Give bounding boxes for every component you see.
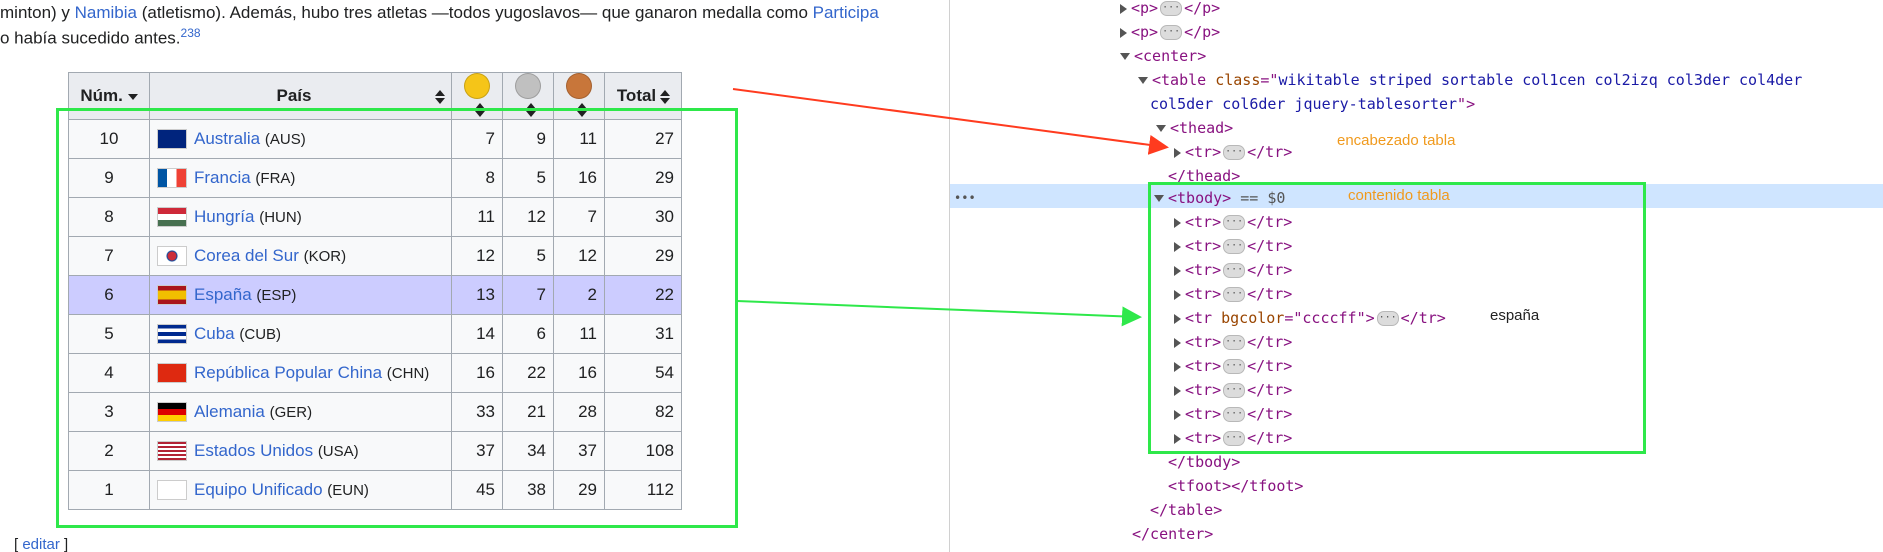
- dom-node-thead-tr[interactable]: <tr> ··· </tr>: [1174, 140, 1292, 164]
- article-line-1: minton) y Namibia (atletismo). Además, h…: [0, 3, 879, 23]
- devtools-elements-panel: ••• <p> ··· </p> <p> ··· </p> <center> <tabl…: [949, 0, 1883, 552]
- collapse-icon[interactable]: [1138, 77, 1148, 84]
- edit-section: [ editar ]: [14, 536, 69, 552]
- article-text: minton) y: [0, 3, 75, 22]
- annotation-header: encabezado tabla: [1337, 132, 1456, 149]
- devtools-tbody-highlight-box: [1148, 182, 1646, 454]
- reference-238[interactable]: 238: [181, 26, 201, 40]
- sort-icon: [660, 89, 671, 104]
- dom-node-center-close: </center>: [1132, 525, 1214, 543]
- expand-icon[interactable]: [1120, 27, 1127, 38]
- collapse-icon[interactable]: [1156, 125, 1166, 132]
- dom-node-table-cont: col5der col6der jquery-tablesorter">: [1150, 95, 1476, 113]
- participa-link[interactable]: Participa: [813, 3, 879, 22]
- silver-medal-icon: [515, 73, 541, 99]
- article-line-2: o había sucedido antes.238: [0, 26, 201, 49]
- sort-icon: [435, 90, 445, 104]
- dom-node-center[interactable]: <center>: [1120, 44, 1206, 68]
- dom-node-table[interactable]: <table class="wikitable striped sortable…: [1138, 68, 1802, 92]
- edit-link[interactable]: editar: [22, 536, 60, 552]
- node-menu-icon[interactable]: •••: [954, 186, 976, 210]
- tbody-highlight-box: [56, 108, 738, 528]
- article-text: o había sucedido antes.: [0, 28, 181, 48]
- collapse-icon[interactable]: [1120, 53, 1130, 60]
- namibia-link[interactable]: Namibia: [75, 3, 137, 22]
- annotation-body: contenido tabla: [1348, 187, 1450, 204]
- expand-icon[interactable]: [1174, 147, 1181, 158]
- dom-node-p[interactable]: <p> ··· </p>: [1120, 0, 1220, 20]
- expand-icon[interactable]: [1120, 3, 1127, 14]
- sort-desc-icon: [127, 93, 138, 100]
- dom-node-p[interactable]: <p> ··· </p>: [1120, 20, 1220, 44]
- bronze-medal-icon: [566, 73, 592, 99]
- dom-node-thead[interactable]: <thead>: [1156, 116, 1233, 140]
- gold-medal-icon: [464, 73, 490, 99]
- dom-node-tfoot[interactable]: <tfoot></tfoot>: [1168, 474, 1303, 498]
- dom-node-table-close: </table>: [1150, 501, 1223, 519]
- wikipedia-article-pane: minton) y Namibia (atletismo). Además, h…: [0, 0, 948, 552]
- article-text: (atletismo). Además, hubo tres atletas —…: [137, 3, 813, 22]
- annotation-espana: españa: [1490, 307, 1540, 324]
